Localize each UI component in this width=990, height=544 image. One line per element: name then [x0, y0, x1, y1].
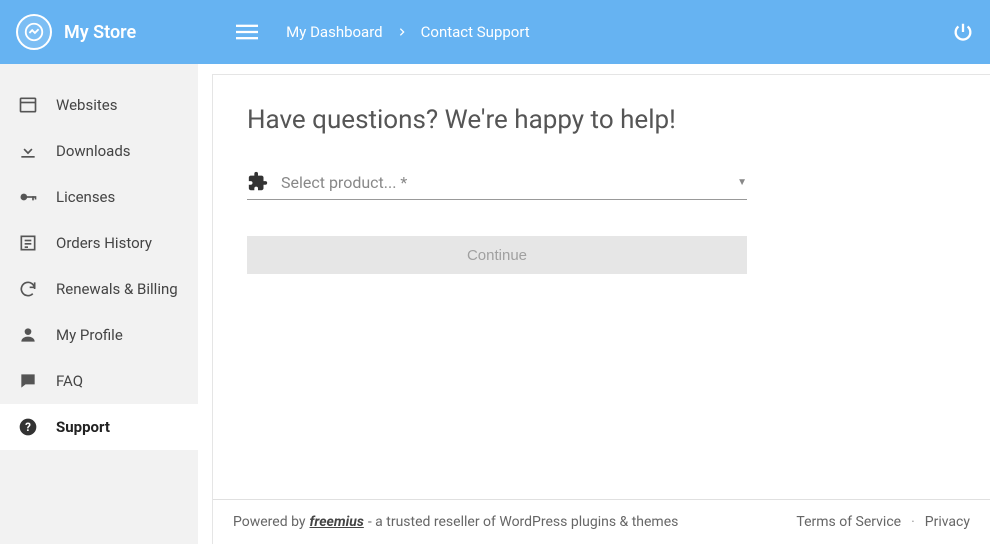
sidebar-item-label: Support [56, 418, 110, 436]
footer-powered-by: Powered by [233, 514, 306, 530]
sidebar-item-label: Downloads [56, 142, 131, 160]
footer: Powered by freemius - a trusted reseller… [213, 499, 990, 544]
refresh-icon [18, 279, 38, 299]
key-icon [18, 187, 38, 207]
sidebar-item-renewals[interactable]: Renewals & Billing [0, 266, 198, 312]
sidebar-item-downloads[interactable]: Downloads [0, 128, 198, 174]
sidebar-item-support[interactable]: ? Support [0, 404, 198, 450]
page-title: Have questions? We're happy to help! [247, 105, 956, 135]
footer-terms-link[interactable]: Terms of Service [796, 514, 901, 530]
sidebar-item-label: My Profile [56, 326, 123, 344]
topbar: My Store My Dashboard Contact Support [0, 0, 990, 64]
sidebar-item-orders[interactable]: Orders History [0, 220, 198, 266]
chevron-down-icon: ▼ [737, 177, 747, 188]
chat-icon [18, 371, 38, 391]
sidebar-item-licenses[interactable]: Licenses [0, 174, 198, 220]
sidebar-item-label: FAQ [56, 372, 83, 390]
power-icon[interactable] [952, 21, 974, 43]
download-icon [18, 141, 38, 161]
svg-text:?: ? [25, 420, 31, 434]
breadcrumb-current[interactable]: Contact Support [421, 23, 530, 41]
continue-button[interactable]: Continue [247, 236, 747, 274]
select-placeholder: Select product... * [281, 173, 725, 192]
store-name: My Store [64, 22, 136, 43]
store-logo[interactable] [16, 14, 52, 50]
breadcrumb-dashboard[interactable]: My Dashboard [286, 23, 382, 41]
sidebar-item-faq[interactable]: FAQ [0, 358, 198, 404]
footer-separator: · [911, 514, 915, 530]
footer-tagline: - a trusted reseller of WordPress plugin… [368, 514, 679, 530]
footer-privacy-link[interactable]: Privacy [925, 514, 970, 530]
help-icon: ? [18, 417, 38, 437]
footer-brand-link[interactable]: freemius [310, 514, 364, 530]
main-content: Have questions? We're happy to help! Sel… [212, 74, 990, 544]
sidebar-item-label: Renewals & Billing [56, 280, 178, 298]
sidebar-item-websites[interactable]: Websites [0, 82, 198, 128]
breadcrumb: My Dashboard Contact Support [286, 23, 530, 41]
list-icon [18, 233, 38, 253]
sidebar-item-profile[interactable]: My Profile [0, 312, 198, 358]
puzzle-icon [247, 171, 269, 193]
sidebar: Websites Downloads Licenses Orders Histo… [0, 64, 198, 544]
product-select[interactable]: Select product... * ▼ [247, 171, 747, 200]
sidebar-item-label: Orders History [56, 234, 152, 252]
sidebar-item-label: Licenses [56, 188, 115, 206]
sidebar-item-label: Websites [56, 96, 117, 114]
chevron-right-icon [397, 27, 407, 37]
website-icon [18, 95, 38, 115]
menu-icon[interactable] [236, 21, 258, 43]
person-icon [18, 325, 38, 345]
